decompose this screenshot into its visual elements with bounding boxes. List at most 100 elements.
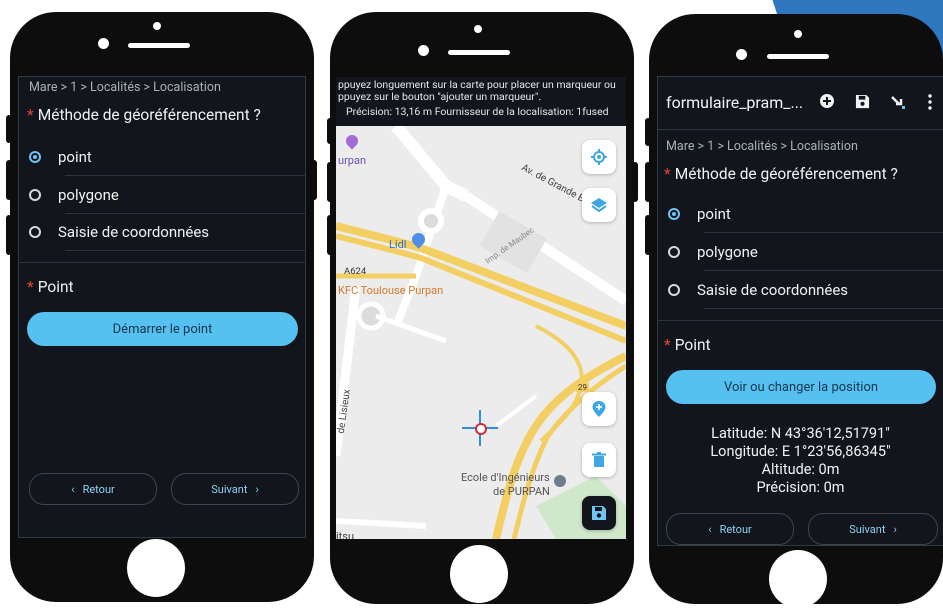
phone2-screen: ppuyez longuement sur la carte pour plac… (336, 77, 626, 539)
section-divider (19, 262, 305, 263)
back-label: Retour (719, 522, 752, 536)
map-label-ecole-1: Ecole d'Ingénieurs (461, 471, 550, 484)
phone3-camera (736, 49, 747, 60)
divider (65, 250, 305, 251)
option-label: Saisie de coordonnées (58, 223, 210, 241)
required-marker: * (27, 278, 34, 296)
radio-option-point[interactable]: point (668, 195, 943, 233)
radio-selected-icon[interactable] (668, 208, 680, 220)
map-label-ecole-2: de PURPAN (493, 485, 550, 498)
delete-button[interactable] (582, 443, 616, 477)
more-vert-icon[interactable] (928, 94, 932, 110)
radio-icon[interactable] (668, 246, 680, 258)
school-pin-icon (554, 475, 566, 487)
section-text: Point (674, 336, 711, 354)
question-label: * Méthode de géoréférencement ? (27, 106, 261, 124)
phone-1: Mare > 1 > Localités > Localisation * Mét… (10, 12, 314, 602)
add-marker-button[interactable] (582, 392, 616, 426)
radio-icon[interactable] (29, 189, 41, 201)
back-button[interactable]: ‹ Retour (666, 513, 794, 545)
required-marker: * (664, 165, 671, 183)
breadcrumb: Mare > 1 > Localités > Localisation (666, 139, 858, 154)
my-location-icon (591, 149, 607, 165)
phone3-sensor (794, 30, 802, 38)
phone2-camera (418, 45, 429, 56)
phone3-home-button[interactable] (769, 550, 827, 608)
section-divider (658, 320, 943, 321)
back-label: Retour (82, 482, 115, 496)
next-button[interactable]: Suivant › (808, 513, 938, 545)
map-label-a624: A624 (344, 266, 367, 277)
start-point-button[interactable]: Démarrer le point (27, 312, 298, 346)
longitude-value: Longitude: E 1°23'56,86345" (710, 443, 891, 460)
radio-option-saisie[interactable]: Saisie de coordonnées (668, 271, 943, 309)
altitude-value: Altitude: 0m (761, 461, 840, 478)
phone-3: formulaire_pram_... Mare > 1 > Localités… (649, 14, 943, 608)
map-label-kfc: KFC Toulouse Purpan (338, 284, 444, 297)
my-location-button[interactable] (582, 140, 616, 174)
map-label-lidl: Lidl (389, 238, 407, 251)
delete-icon (592, 452, 606, 467)
crosshair-icon (462, 410, 498, 446)
radio-option-saisie[interactable]: Saisie de coordonnées (29, 213, 305, 251)
next-label: Suivant (849, 522, 886, 536)
latitude-value: Latitude: N 43°36'12,51791" (711, 425, 890, 442)
back-button[interactable]: ‹ Retour (29, 473, 157, 505)
app-bar: formulaire_pram_... (658, 77, 943, 130)
phone3-screen: formulaire_pram_... Mare > 1 > Localités… (657, 76, 943, 546)
change-position-button[interactable]: Voir ou changer la position (666, 370, 936, 404)
chevron-right-icon: › (255, 482, 259, 496)
chevron-left-icon: ‹ (708, 522, 712, 536)
map-label-route: 29 (576, 383, 589, 392)
question-label: * Méthode de géoréférencement ? (664, 165, 898, 183)
save-icon (592, 506, 606, 520)
map-label-itsu: itsu (336, 530, 355, 539)
radio-option-point[interactable]: point (29, 138, 305, 176)
phone2-sensor (474, 25, 482, 33)
radio-icon[interactable] (668, 284, 680, 296)
phone1-sensor (153, 22, 161, 30)
next-label: Suivant (211, 482, 248, 496)
add-circle-icon[interactable] (819, 93, 835, 109)
required-marker: * (27, 106, 34, 124)
finalize-icon[interactable] (890, 94, 906, 110)
section-label: * Point (27, 278, 74, 296)
layers-button[interactable] (582, 188, 616, 222)
phone-2: ppuyez longuement sur la carte pour plac… (330, 12, 634, 604)
section-text: Point (37, 278, 74, 296)
option-label: point (697, 205, 731, 223)
save-button[interactable] (582, 496, 616, 530)
hint-line-2: ppuyez sur le bouton "ajouter un marqueu… (338, 90, 542, 103)
radio-option-polygone[interactable]: polygone (29, 176, 305, 214)
phone2-speaker (448, 50, 510, 55)
divider (704, 308, 943, 309)
breadcrumb: Mare > 1 > Localités > Localisation (29, 80, 221, 95)
option-label: polygone (58, 186, 119, 204)
map-label-purpan: urpan (338, 154, 367, 167)
phone2-home-button[interactable] (450, 545, 508, 603)
section-label: * Point (664, 336, 711, 354)
option-label: Saisie de coordonnées (697, 281, 849, 299)
phone1-screen: Mare > 1 > Localités > Localisation * Mét… (18, 76, 306, 538)
app-title: formulaire_pram_... (666, 93, 804, 112)
radio-icon[interactable] (29, 226, 41, 238)
option-label: point (58, 148, 92, 166)
add-marker-icon (592, 401, 606, 417)
map-view[interactable]: urpan Av. de Grande Bretagne Lidl Imp. d… (336, 126, 626, 539)
radio-selected-icon[interactable] (29, 151, 41, 163)
save-icon[interactable] (855, 94, 870, 109)
option-label: polygone (697, 243, 758, 261)
precision-line: Précision: 13,16 m Fournisseur de la loc… (346, 105, 609, 118)
required-marker: * (664, 336, 671, 354)
chevron-left-icon: ‹ (71, 482, 75, 496)
layers-icon (591, 198, 607, 213)
next-button[interactable]: Suivant › (171, 473, 299, 505)
hint-header: ppuyez longuement sur la carte pour plac… (336, 77, 626, 126)
question-text: Méthode de géoréférencement ? (37, 106, 261, 124)
phone1-home-button[interactable] (127, 539, 185, 597)
phone1-camera (98, 38, 109, 49)
precision-value: Précision: 0m (756, 479, 845, 496)
phone3-speaker (767, 54, 829, 59)
radio-option-polygone[interactable]: polygone (668, 233, 943, 271)
question-text: Méthode de géoréférencement ? (674, 165, 898, 183)
